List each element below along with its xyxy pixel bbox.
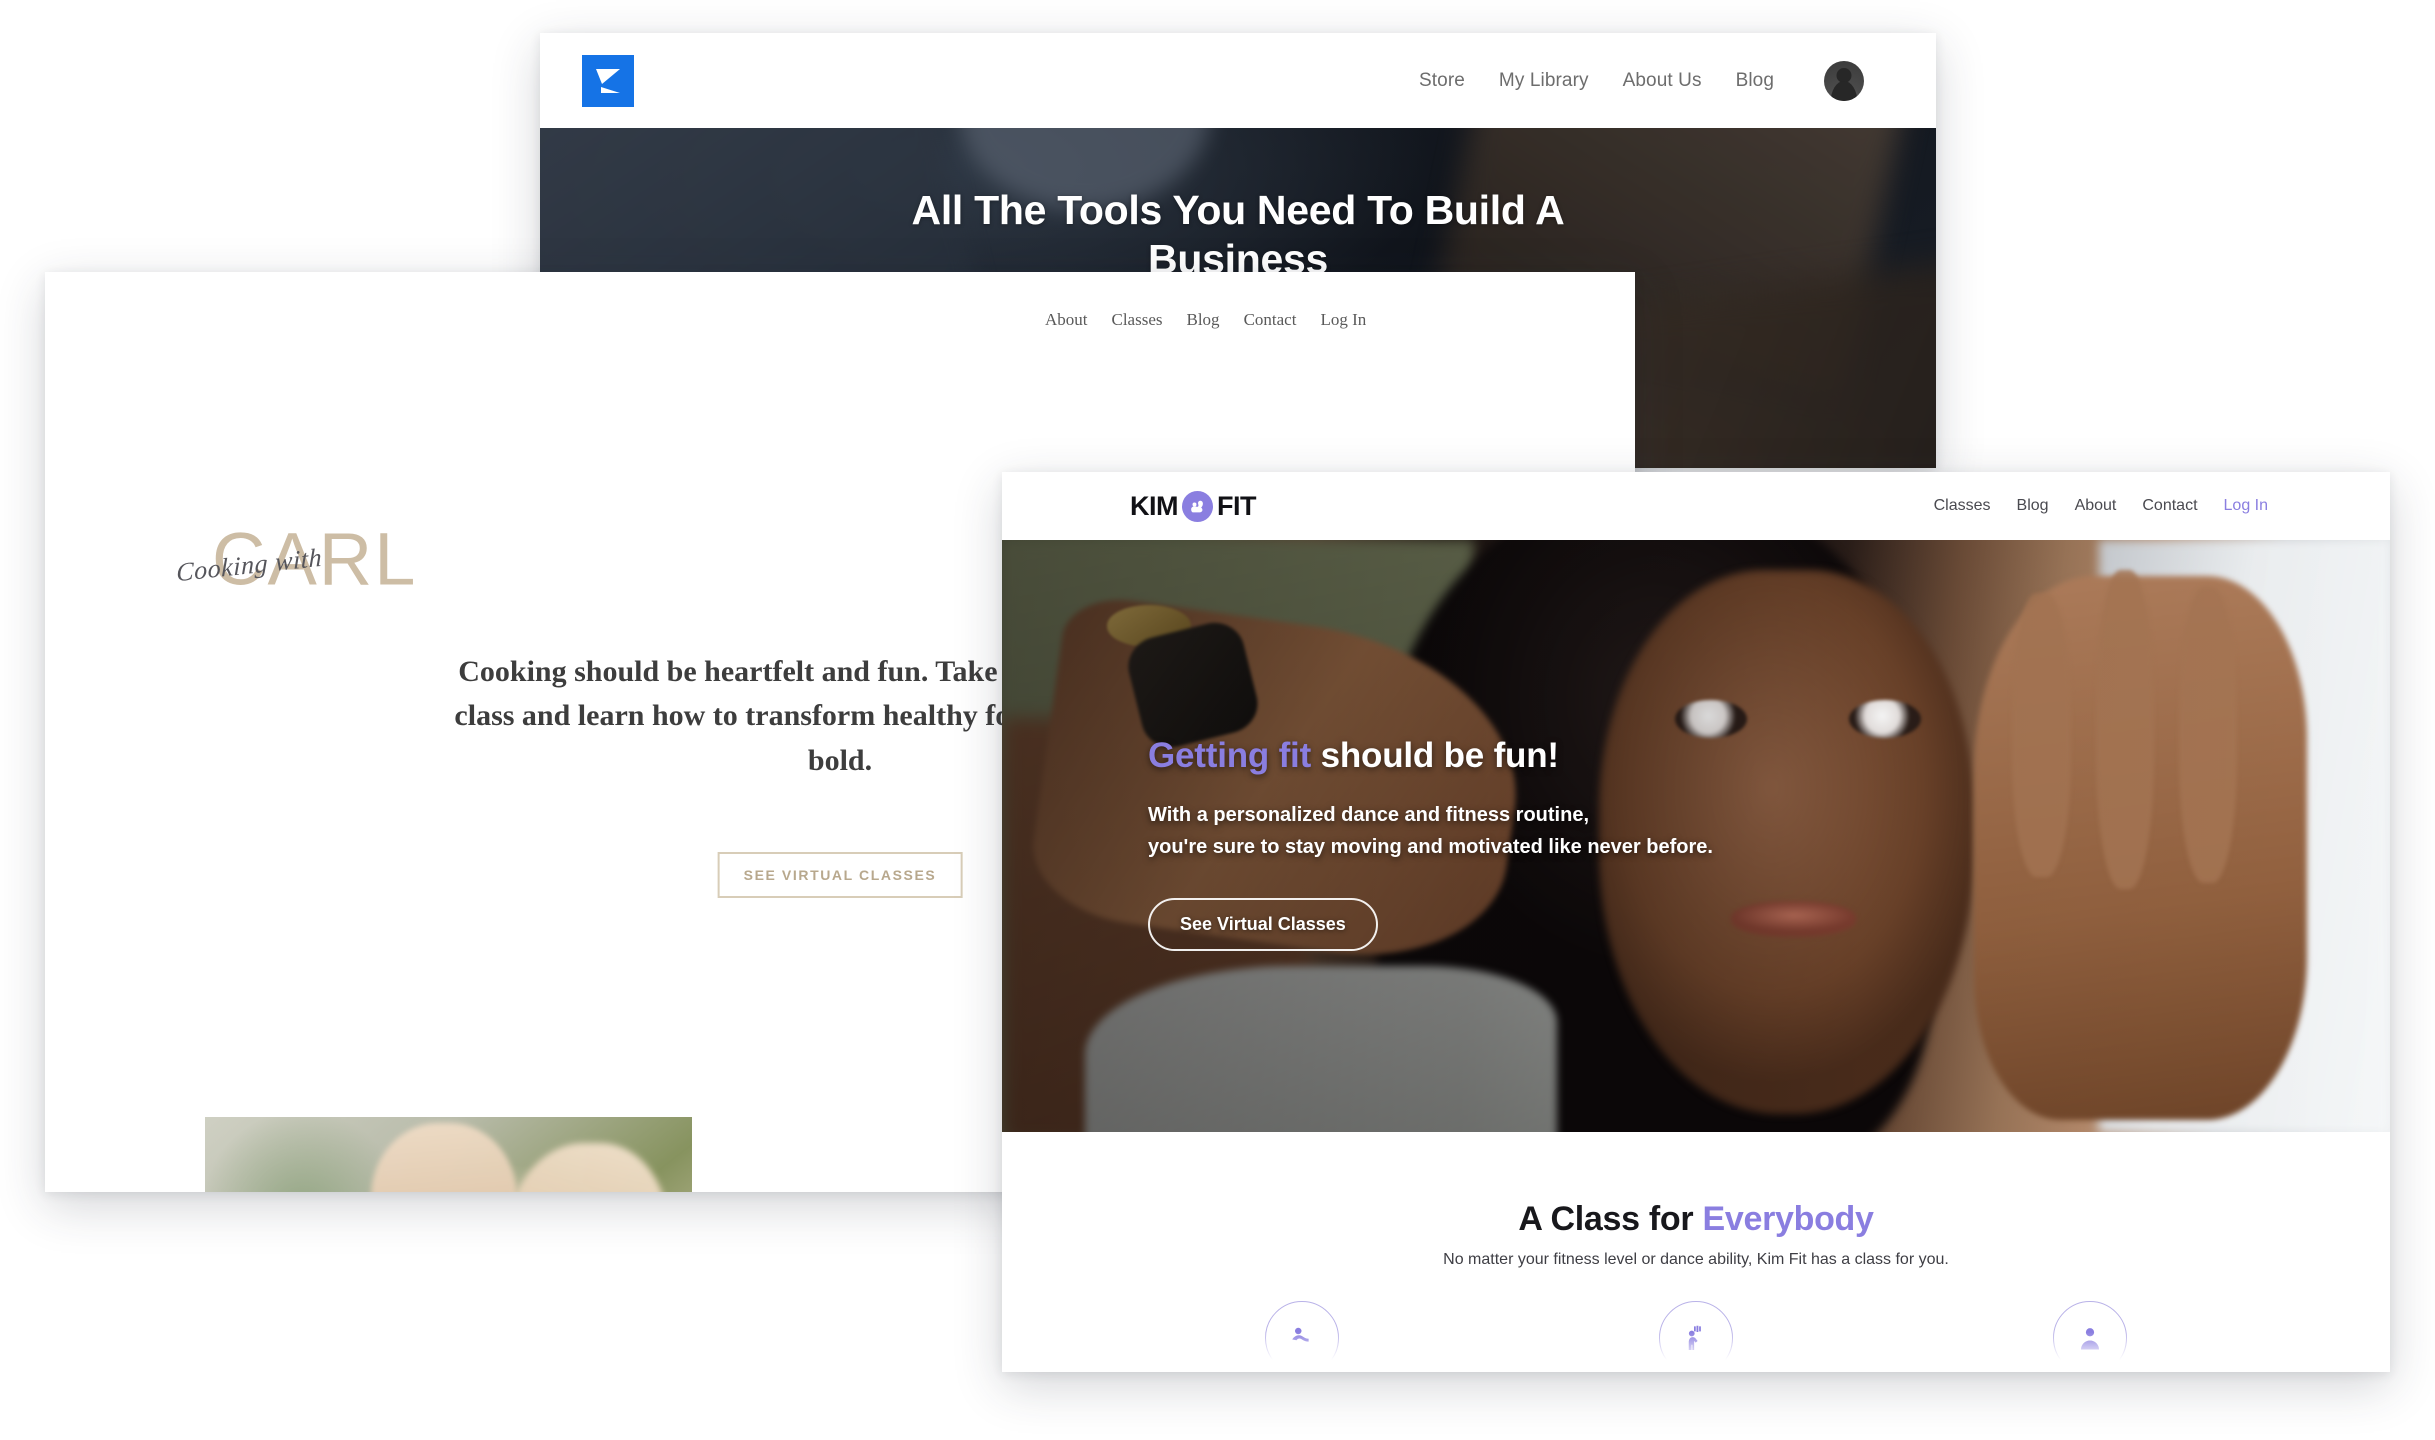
carl-nav-log-in[interactable]: Log In <box>1320 310 1366 330</box>
kajabi-primary-nav: Store My Library About Us Blog <box>1419 60 1864 101</box>
dumbbell-lift-icon[interactable] <box>1659 1301 1733 1372</box>
kim-fit-logo-word-kim: KIM <box>1130 490 1179 521</box>
flexed-bicep-icon <box>1182 490 1213 522</box>
carl-logo[interactable]: Cooking with CARL <box>170 522 417 596</box>
kim-fit-nav-log-in[interactable]: Log In <box>2224 497 2268 515</box>
kajabi-nav-blog[interactable]: Blog <box>1736 70 1774 92</box>
kim-fit-logo-word-fit: FIT <box>1217 490 1257 521</box>
kim-fit-hero-subtext-line2: you're sure to stay moving and motivated… <box>1148 836 1713 859</box>
carl-primary-nav: About Classes Blog Contact Log In <box>1045 310 1366 330</box>
kim-fit-hero-headline-highlight: Getting fit <box>1148 736 1312 775</box>
kim-fit-nav-contact[interactable]: Contact <box>2142 497 2197 515</box>
kim-fit-section-subheading: No matter your fitness level or dance ab… <box>1443 1251 1949 1268</box>
kim-fit-section-heading-plain: A Class for <box>1518 1200 1703 1238</box>
photo-hand-shape-right <box>506 1142 668 1192</box>
kim-fit-site-header: KIM FIT Classes Blog About Contact Log I… <box>1002 472 2390 540</box>
kajabi-hero-headline-line1: All The Tools You Need To Build A <box>911 187 1565 233</box>
kajabi-k-logo-icon[interactable] <box>582 54 634 107</box>
user-avatar-icon[interactable] <box>1824 60 1864 101</box>
carl-nav-about[interactable]: About <box>1045 310 1088 330</box>
kim-fit-hero-headline-rest: should be fun! <box>1311 736 1559 775</box>
kim-fit-site-window: KIM FIT Classes Blog About Contact Log I… <box>1002 472 2390 1372</box>
kim-fit-see-virtual-classes-button[interactable]: See Virtual Classes <box>1148 897 1378 951</box>
kim-fit-nav-classes[interactable]: Classes <box>1934 497 1991 515</box>
carl-nav-blog[interactable]: Blog <box>1187 310 1220 330</box>
kim-fit-hero-subtext: With a personalized dance and fitness ro… <box>1148 799 1713 864</box>
kim-fit-section-heading: A Class for Everybody <box>1002 1200 2390 1239</box>
kim-fit-hero-headline: Getting fit should be fun! <box>1148 736 1713 776</box>
kim-fit-section-heading-highlight: Everybody <box>1702 1200 1874 1238</box>
kajabi-nav-my-library[interactable]: My Library <box>1499 70 1589 92</box>
kim-fit-primary-nav: Classes Blog About Contact Log In <box>1934 497 2268 515</box>
person-profile-icon[interactable] <box>2053 1301 2127 1372</box>
kajabi-site-header: Store My Library About Us Blog <box>540 33 1936 128</box>
kim-fit-class-icon-row <box>1002 1301 2390 1372</box>
kim-fit-hero-copy: Getting fit should be fun! With a person… <box>1148 736 1713 951</box>
kajabi-nav-about-us[interactable]: About Us <box>1623 70 1702 92</box>
kim-fit-logo[interactable]: KIM FIT <box>1130 490 1257 522</box>
kajabi-hero-headline: All The Tools You Need To Build A Busine… <box>540 186 1936 284</box>
carl-cooking-photo <box>205 1117 692 1192</box>
carl-nav-contact[interactable]: Contact <box>1244 310 1297 330</box>
kim-fit-class-section: A Class for Everybody No matter your fit… <box>1002 1132 2390 1372</box>
mockup-stage: Store My Library About Us Blog All The T… <box>0 0 2435 1440</box>
kim-fit-hero-banner: Getting fit should be fun! With a person… <box>1002 540 2390 1132</box>
stretching-person-icon[interactable] <box>1265 1301 1339 1372</box>
kim-fit-nav-blog[interactable]: Blog <box>2017 497 2049 515</box>
carl-nav-classes[interactable]: Classes <box>1112 310 1163 330</box>
kim-fit-hero-subtext-line1: With a personalized dance and fitness ro… <box>1148 804 1590 826</box>
carl-see-virtual-classes-button[interactable]: SEE VIRTUAL CLASSES <box>717 852 963 898</box>
kajabi-nav-store[interactable]: Store <box>1419 70 1465 92</box>
kim-fit-nav-about[interactable]: About <box>2075 497 2117 515</box>
photo-hand-shape-left <box>370 1123 517 1192</box>
